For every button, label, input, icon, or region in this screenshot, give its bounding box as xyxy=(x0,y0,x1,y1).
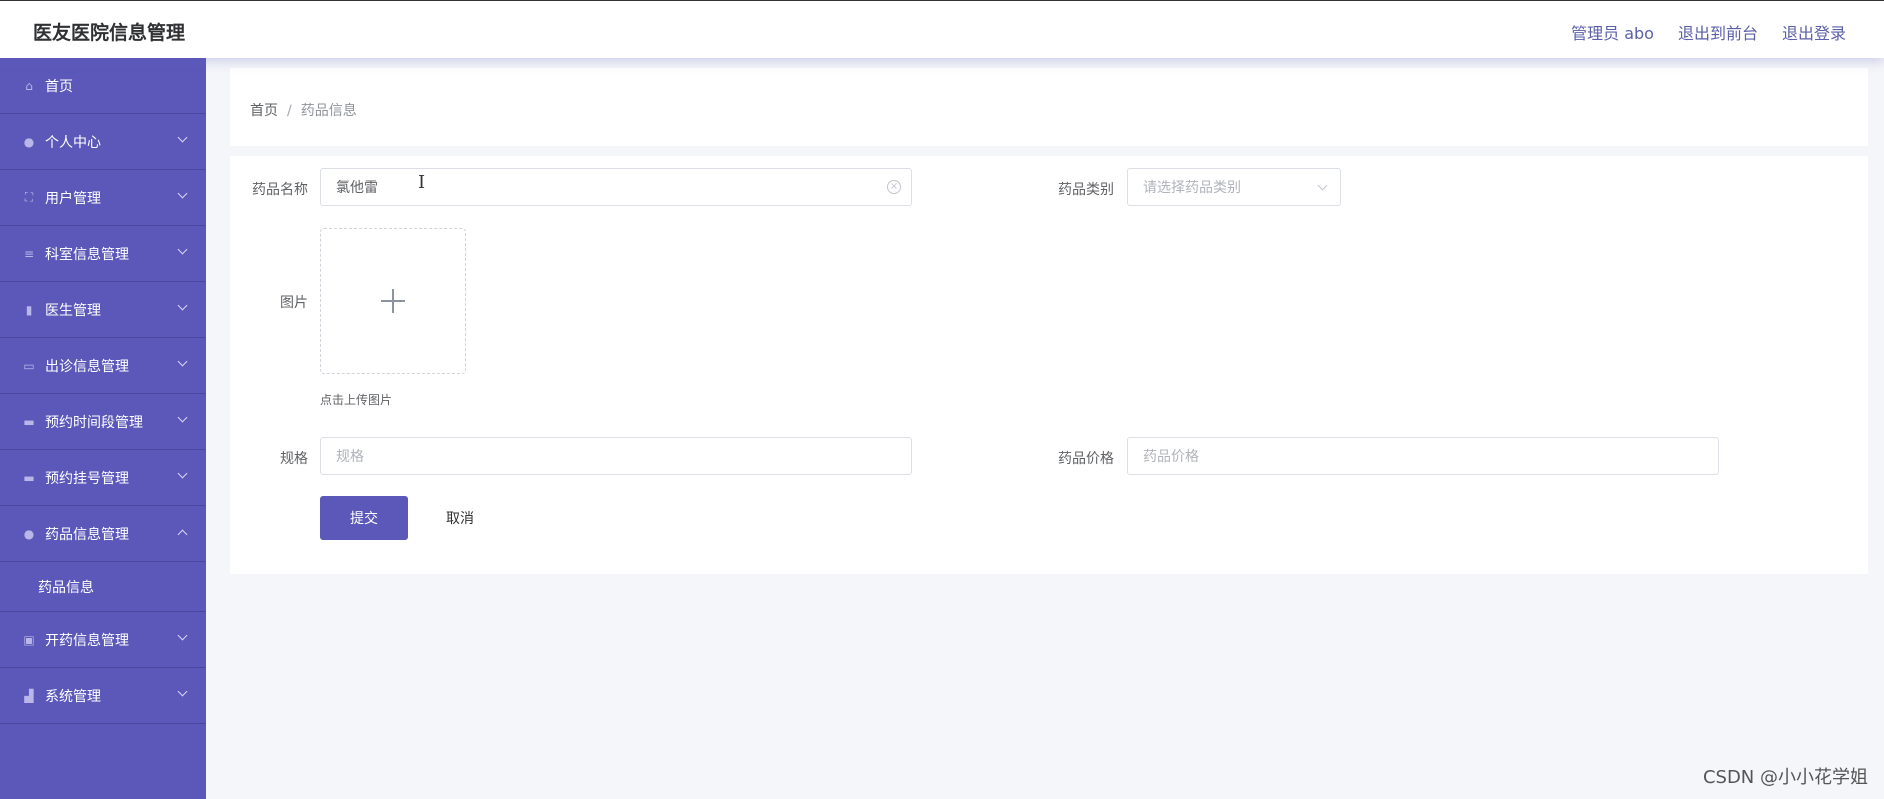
sidebar-item-label: 首页 xyxy=(45,78,73,95)
header-links: 管理员 abo 退出到前台 退出登录 xyxy=(1571,20,1846,44)
back-to-front-link[interactable]: 退出到前台 xyxy=(1678,20,1758,44)
sidebar-item-medicine[interactable]: ● 药品信息管理 xyxy=(0,506,206,562)
breadcrumb-current: 药品信息 xyxy=(300,103,357,119)
sidebar-item-system[interactable]: ▟ 系统管理 xyxy=(0,668,206,724)
medicine-category-placeholder: 请选择药品类别 xyxy=(1143,180,1241,196)
spec-input[interactable]: 规格 xyxy=(320,437,912,475)
chat-icon: ▬ xyxy=(23,470,35,485)
sidebar: ⌂ 首页 ● 个人中心 ⛶ 用户管理 ≡ 科室信息管理 ▮ 医生管理 ▭ 出诊信… xyxy=(0,58,206,799)
image-upload-box[interactable] xyxy=(320,228,466,374)
user-icon: ● xyxy=(23,526,35,541)
sidebar-subitem-medicine-info[interactable]: 药品信息 xyxy=(0,562,206,612)
chevron-down-icon xyxy=(177,300,188,311)
sidebar-item-doctors[interactable]: ▮ 医生管理 xyxy=(0,282,206,338)
app-title: 医友医院信息管理 xyxy=(33,22,186,44)
breadcrumb: 首页 / 药品信息 xyxy=(250,100,357,120)
top-header: 医友医院信息管理 管理员 abo 退出到前台 退出登录 xyxy=(0,0,1884,58)
home-icon: ⌂ xyxy=(25,78,33,93)
sidebar-item-label: 科室信息管理 xyxy=(45,246,129,263)
thumb-icon: ▟ xyxy=(24,688,34,703)
frame-icon: ⛶ xyxy=(24,190,34,204)
chevron-down-icon xyxy=(177,630,188,641)
sidebar-item-label: 开药信息管理 xyxy=(45,632,129,649)
sidebar-item-label: 预约时间段管理 xyxy=(45,414,143,431)
chevron-down-icon xyxy=(177,686,188,697)
chevron-down-icon xyxy=(177,132,188,143)
cancel-button[interactable]: 取消 xyxy=(420,496,500,540)
user-icon: ● xyxy=(23,134,35,149)
message-icon: ▭ xyxy=(23,358,35,373)
sidebar-item-label: 出诊信息管理 xyxy=(45,358,129,375)
sidebar-item-users[interactable]: ⛶ 用户管理 xyxy=(0,170,206,226)
medicine-category-label: 药品类别 xyxy=(1058,182,1114,198)
sidebar-item-label: 用户管理 xyxy=(45,190,101,207)
price-placeholder: 药品价格 xyxy=(1143,449,1199,465)
briefcase-icon: ▬ xyxy=(23,414,35,429)
sidebar-item-personal[interactable]: ● 个人中心 xyxy=(0,114,206,170)
medicine-form: 药品名称 氯他雷 × 药品类别 请选择药品类别 图片 点击上传图片 规格 规格 … xyxy=(230,156,1868,574)
text-cursor-icon: I xyxy=(418,172,426,193)
chart-icon: ▮ xyxy=(25,302,33,317)
chevron-down-icon xyxy=(177,356,188,367)
price-label: 药品价格 xyxy=(1058,451,1114,467)
image-label: 图片 xyxy=(280,295,308,311)
logout-link[interactable]: 退出登录 xyxy=(1782,20,1846,44)
sidebar-item-label: 系统管理 xyxy=(45,688,101,705)
medicine-name-input[interactable]: 氯他雷 × xyxy=(320,168,912,206)
spec-label: 规格 xyxy=(280,451,308,467)
watermark: CSDN @小小花学姐 xyxy=(1702,767,1868,788)
submit-button[interactable]: 提交 xyxy=(320,496,408,540)
sidebar-item-visits[interactable]: ▭ 出诊信息管理 xyxy=(0,338,206,394)
clipboard-icon: ▣ xyxy=(23,632,35,647)
breadcrumb-home[interactable]: 首页 xyxy=(250,103,278,119)
chevron-down-icon xyxy=(177,244,188,255)
chevron-down-icon xyxy=(177,468,188,479)
plus-icon xyxy=(381,289,405,313)
clear-icon[interactable]: × xyxy=(887,180,901,194)
sidebar-item-home[interactable]: ⌂ 首页 xyxy=(0,58,206,114)
sidebar-item-label: 个人中心 xyxy=(45,134,101,151)
breadcrumb-panel: 首页 / 药品信息 xyxy=(230,68,1868,146)
chevron-down-icon xyxy=(177,188,188,199)
medicine-name-label: 药品名称 xyxy=(252,182,308,198)
spec-placeholder: 规格 xyxy=(336,449,364,465)
price-input[interactable]: 药品价格 xyxy=(1127,437,1719,475)
sidebar-item-timeslots[interactable]: ▬ 预约时间段管理 xyxy=(0,394,206,450)
list-icon: ≡ xyxy=(23,246,35,261)
admin-label[interactable]: 管理员 abo xyxy=(1571,20,1654,44)
sidebar-item-label: 医生管理 xyxy=(45,302,101,319)
upload-tip: 点击上传图片 xyxy=(320,393,393,407)
medicine-category-select[interactable]: 请选择药品类别 xyxy=(1127,168,1341,206)
sidebar-item-departments[interactable]: ≡ 科室信息管理 xyxy=(0,226,206,282)
chevron-down-icon xyxy=(177,412,188,423)
sidebar-item-prescriptions[interactable]: ▣ 开药信息管理 xyxy=(0,612,206,668)
breadcrumb-separator: / xyxy=(287,103,292,119)
sidebar-item-label: 药品信息管理 xyxy=(45,526,129,543)
medicine-name-value: 氯他雷 xyxy=(336,180,378,196)
chevron-up-icon xyxy=(177,529,188,540)
sidebar-item-label: 预约挂号管理 xyxy=(45,470,129,487)
chevron-down-icon xyxy=(1317,180,1328,191)
sidebar-item-appointments[interactable]: ▬ 预约挂号管理 xyxy=(0,450,206,506)
